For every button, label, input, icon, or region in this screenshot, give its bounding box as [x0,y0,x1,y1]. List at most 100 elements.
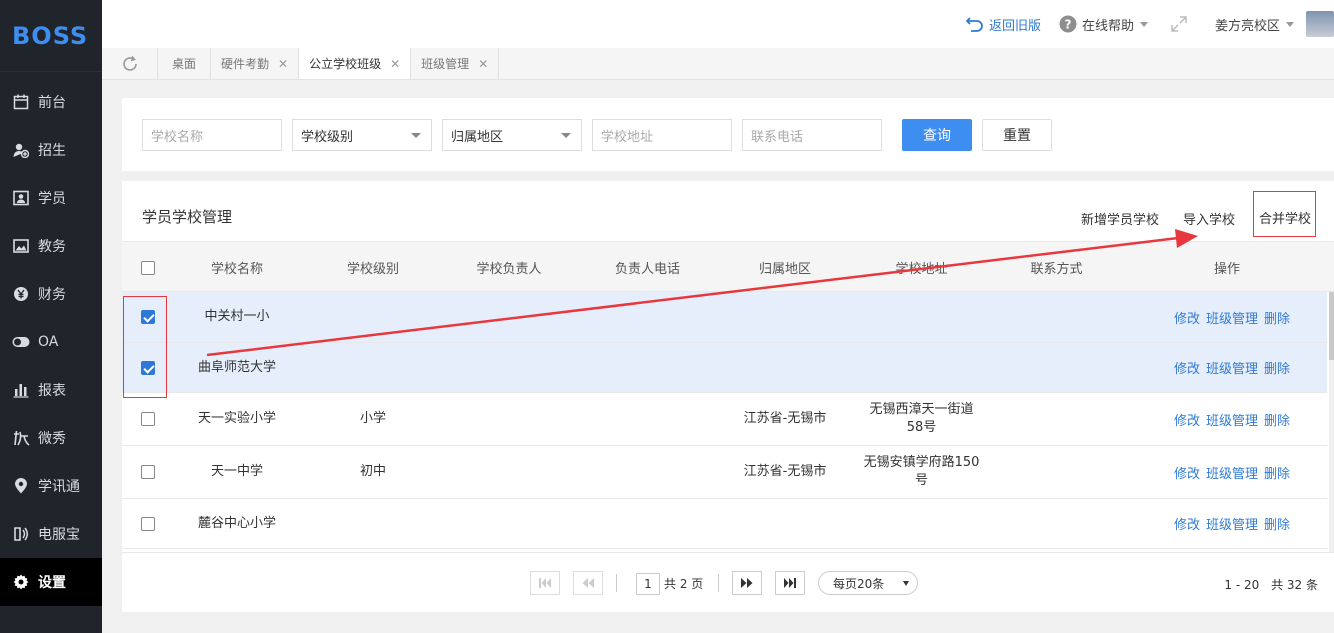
sidebar-item-xuexuntong[interactable]: 学讯通 [0,462,102,510]
table-row[interactable]: 天一实验小学 小学 江苏省-无锡市 无锡西漳天一街道58号 修改 班级管理 删除 [122,393,1327,446]
pagination: 1 共 2 页 每页20条 1 - 20 共 32 条 [122,552,1334,612]
campus-selector[interactable]: 姜方亮校区 [1215,15,1294,34]
sidebar-item-microshow[interactable]: 微秀 [0,414,102,462]
tab-label: 班级管理 [421,57,470,71]
sidebar-item-reports[interactable]: 报表 [0,366,102,414]
edit-link[interactable]: 修改 [1174,463,1200,482]
table-row[interactable]: 天一中学 初中 江苏省-无锡市 无锡安镇学府路150号 修改 班级管理 删除 [122,446,1327,499]
total-pages-label: 共 2 页 [664,577,704,591]
annotation-box [123,296,167,398]
online-help-label: 在线帮助 [1081,18,1134,34]
edit-link[interactable]: 修改 [1174,514,1200,533]
back-to-old-version-link[interactable]: 返回旧版 [965,15,1041,34]
row-operations: 修改 班级管理 删除 [1162,343,1302,392]
tab-public-school-classes[interactable]: 公立学校班级 ✕ [299,48,412,79]
contact-phone-input[interactable]: 联系电话 [742,119,882,151]
select-all-checkbox[interactable] [134,242,162,293]
school-level-value: 学校级别 [301,129,354,145]
add-school-button[interactable]: 新增学员学校 [1069,199,1171,238]
sidebar-item-label: 报表 [38,383,66,399]
row-checkbox[interactable] [134,446,162,498]
class-management-link[interactable]: 班级管理 [1206,308,1258,327]
school-name-cell: 天一实验小学 [197,411,276,426]
delete-link[interactable]: 删除 [1264,514,1290,533]
reset-button[interactable]: 重置 [982,119,1052,151]
edit-link[interactable]: 修改 [1174,358,1200,377]
row-operations: 修改 班级管理 删除 [1162,393,1302,445]
class-management-link[interactable]: 班级管理 [1206,463,1258,482]
sidebar-item-students[interactable]: 学员 [0,174,102,222]
region-select[interactable]: 归属地区 [442,119,582,151]
first-page-icon [539,578,551,588]
table-row[interactable]: 中关村一小 修改 班级管理 删除 [122,292,1327,343]
merge-school-button[interactable]: 合并学校 [1252,191,1316,237]
edit-link[interactable]: 修改 [1174,308,1200,327]
sidebar-item-academic[interactable]: 教务 [0,222,102,270]
undo-icon [965,17,983,32]
school-level-cell: 初中 [359,464,386,479]
close-icon[interactable]: ✕ [478,57,488,71]
import-school-button[interactable]: 导入学校 [1171,199,1247,238]
tab-desktop[interactable]: 桌面 [158,48,212,79]
help-icon: ? [1059,15,1077,33]
expand-icon [1171,16,1187,32]
tab-class-management[interactable]: 班级管理 ✕ [411,48,500,79]
sidebar-item-front-desk[interactable]: 前台 [0,78,102,126]
query-button[interactable]: 查询 [902,119,972,151]
back-to-old-version-label: 返回旧版 [988,18,1041,34]
last-page-button[interactable] [775,571,805,595]
close-icon[interactable]: ✕ [278,57,288,71]
table-scrollbar[interactable] [1329,292,1334,552]
close-icon[interactable]: ✕ [390,57,400,71]
sidebar: BOSS 前台 招生 学员 教务 财务 OA 报表 微秀 学讯通 电服宝 设置 [0,0,102,633]
sidebar-item-dianfubao[interactable]: 电服宝 [0,510,102,558]
page-number-input[interactable]: 1 [636,573,660,595]
boss-logo: BOSS [0,0,102,72]
delete-link[interactable]: 删除 [1264,463,1290,482]
prev-page-button[interactable] [573,571,603,595]
sidebar-item-finance[interactable]: 财务 [0,270,102,318]
row-checkbox[interactable] [134,499,162,548]
scrollbar-thumb[interactable] [1329,292,1334,360]
checkbox-box [141,412,155,426]
pager-divider [616,574,617,592]
fullscreen-button[interactable] [1170,15,1193,33]
delete-link[interactable]: 删除 [1264,358,1290,377]
table-row[interactable]: 麓谷中心小学 修改 班级管理 删除 [122,499,1327,549]
class-management-link[interactable]: 班级管理 [1206,358,1258,377]
main-content: 学校名称 学校级别 归属地区 学校地址 联系电话 查询 重置 学员学校管理 新增… [102,80,1334,633]
class-management-link[interactable]: 班级管理 [1206,514,1258,533]
tab-bar: 桌面 硬件考勤 ✕ 公立学校班级 ✕ 班级管理 ✕ [102,48,1334,80]
sidebar-item-settings[interactable]: 设置 [0,558,102,606]
image-icon [12,237,30,255]
avatar[interactable] [1306,11,1334,37]
total-records-label: 共 32 条 [1271,578,1318,592]
column-header: 学校名称 [210,262,263,277]
school-level-select[interactable]: 学校级别 [292,119,432,151]
first-page-button[interactable] [530,571,560,595]
row-operations: 修改 班级管理 删除 [1162,499,1302,548]
page-size-select[interactable]: 每页20条 [818,571,918,595]
refresh-button[interactable] [102,48,158,79]
sidebar-item-label: 招生 [38,143,66,159]
record-range: 1 - 20 共 32 条 [1224,576,1318,593]
school-name-input[interactable]: 学校名称 [142,119,282,151]
map-pin-icon [12,477,30,495]
next-page-button[interactable] [732,571,762,595]
class-management-link[interactable]: 班级管理 [1206,410,1258,429]
table-row[interactable]: 曲阜师范大学 修改 班级管理 删除 [122,343,1327,393]
id-card-icon [12,189,30,207]
delete-link[interactable]: 删除 [1264,308,1290,327]
sidebar-item-label: 设置 [38,575,66,591]
sidebar-item-oa[interactable]: OA [0,318,102,366]
school-address-input[interactable]: 学校地址 [592,119,732,151]
edit-link[interactable]: 修改 [1174,410,1200,429]
online-help-menu[interactable]: ? 在线帮助 [1059,15,1148,34]
sidebar-item-enroll[interactable]: 招生 [0,126,102,174]
chevron-down-icon [411,133,421,138]
tab-hardware-attendance[interactable]: 硬件考勤 ✕ [211,48,300,79]
row-checkbox[interactable] [134,393,162,445]
top-bar: 返回旧版 ? 在线帮助 姜方亮校区 [102,0,1334,48]
row-operations: 修改 班级管理 删除 [1162,292,1302,342]
delete-link[interactable]: 删除 [1264,410,1290,429]
